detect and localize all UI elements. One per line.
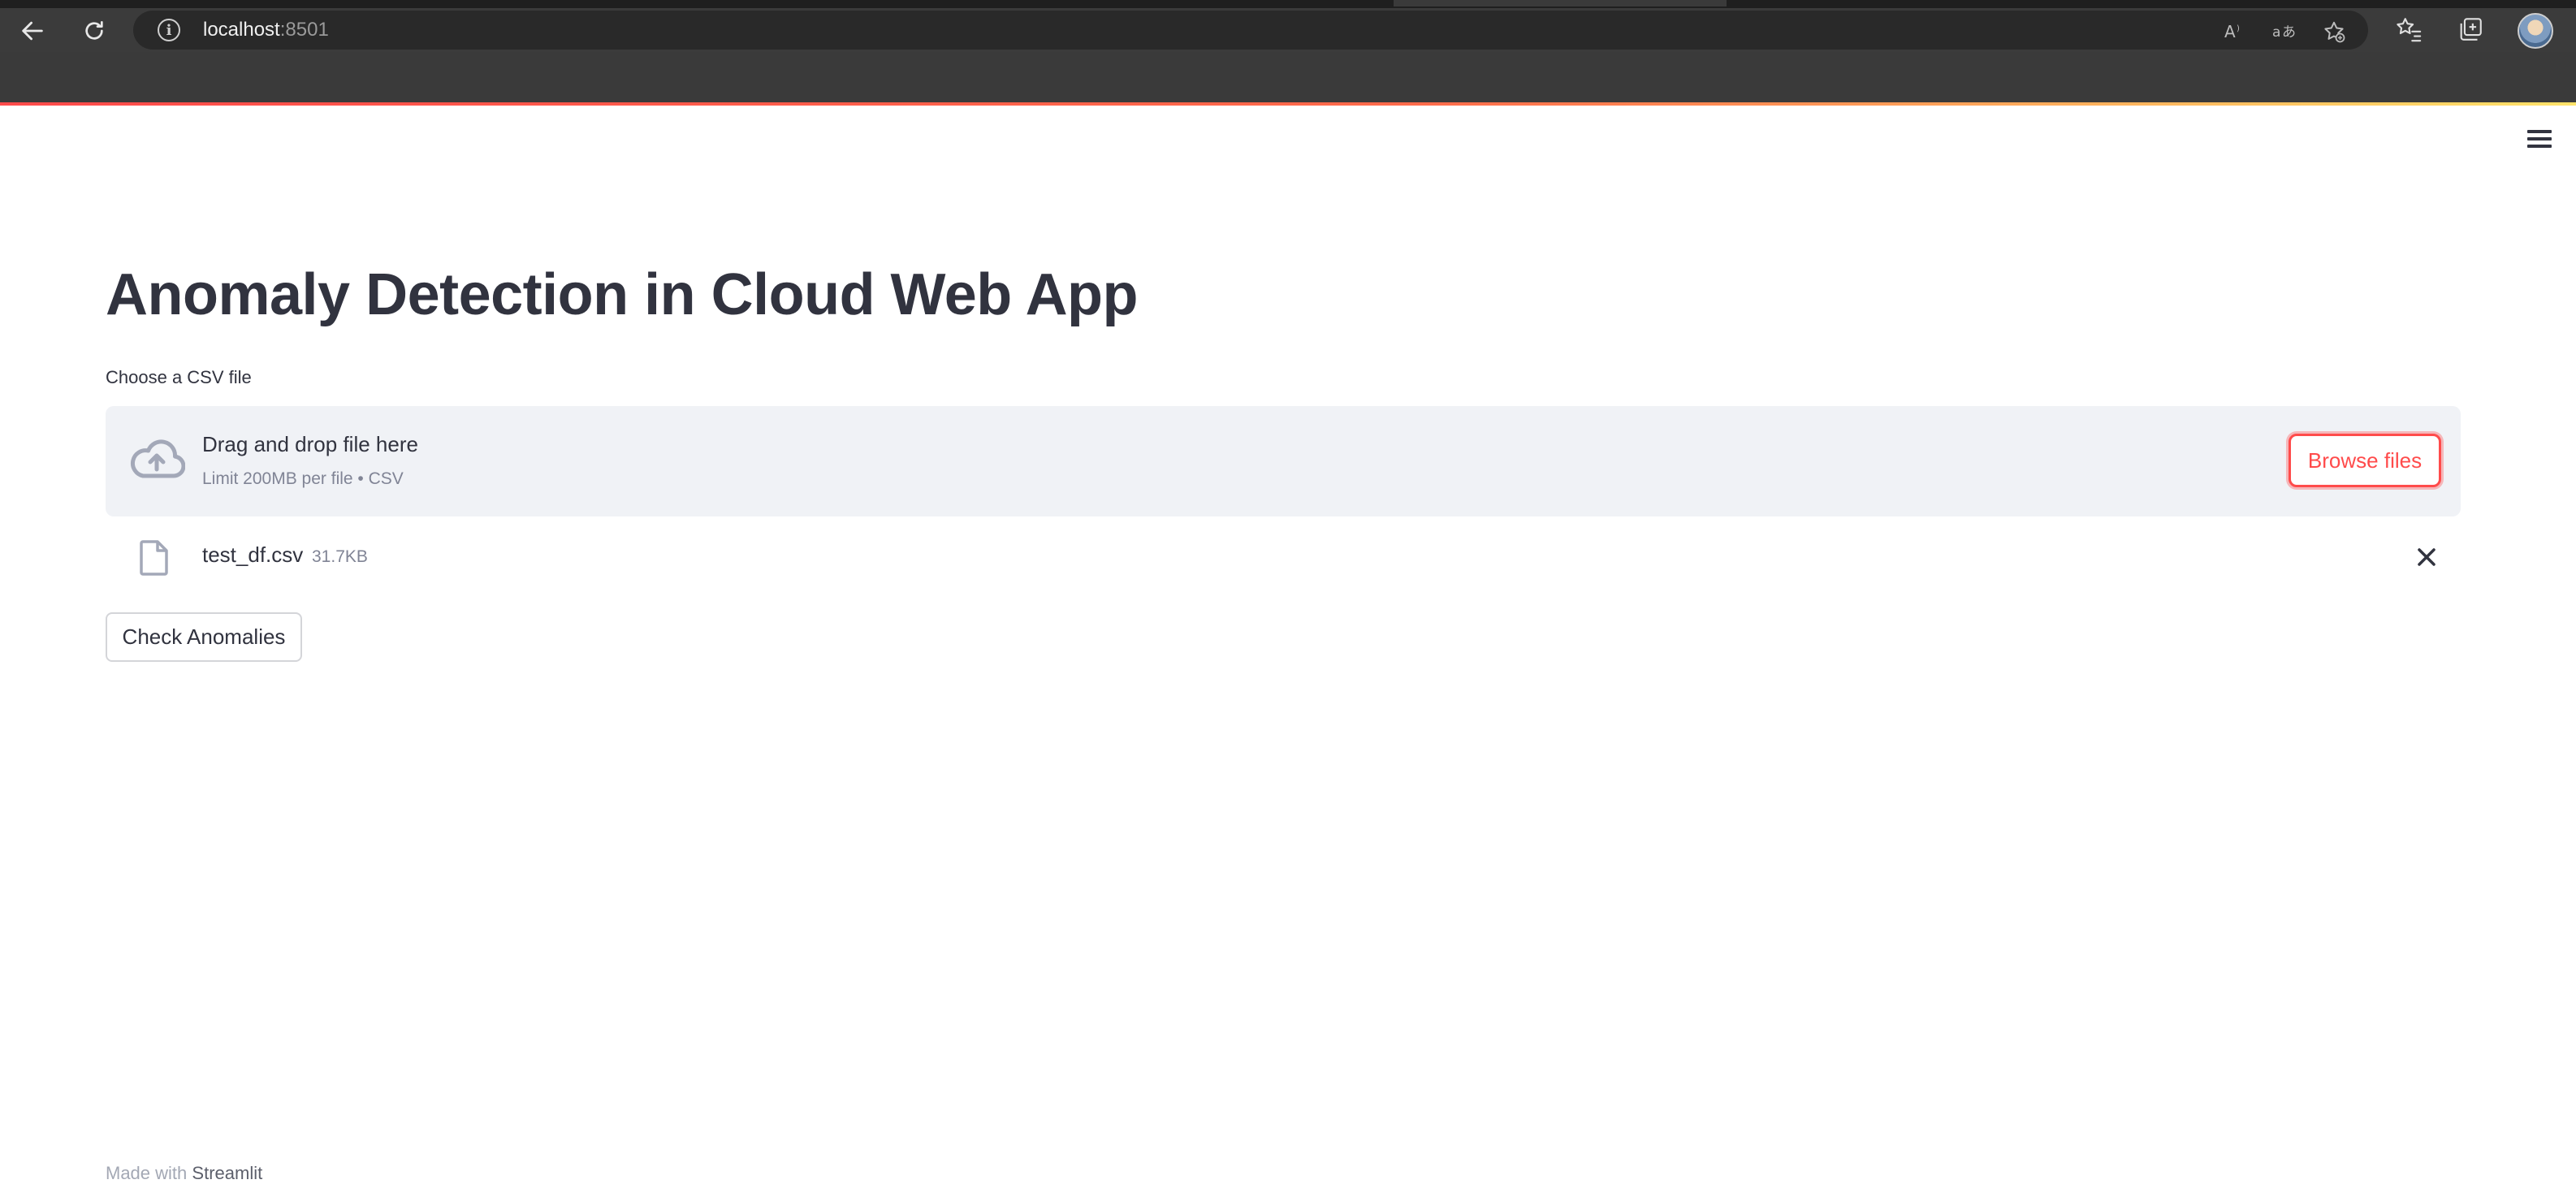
footer-prefix: Made with xyxy=(106,1163,188,1183)
url-host: localhost xyxy=(203,19,280,41)
favorites-icon[interactable] xyxy=(2392,13,2425,45)
cloud-upload-icon xyxy=(128,437,186,482)
footer: Made with Streamlit xyxy=(106,1163,262,1184)
browser-toolbar: i localhost:8501 A) aあ xyxy=(0,8,2576,52)
hamburger-menu-icon[interactable] xyxy=(2526,127,2553,151)
page-title: Anomaly Detection in Cloud Web App xyxy=(106,262,1139,327)
check-anomalies-button[interactable]: Check Anomalies xyxy=(106,612,302,662)
url-text[interactable]: localhost:8501 xyxy=(203,19,329,41)
uploader-label: Choose a CSV file xyxy=(106,367,252,387)
tab-indicator[interactable] xyxy=(1394,0,1727,6)
site-info-icon[interactable]: i xyxy=(158,19,180,41)
add-favorite-icon[interactable] xyxy=(2321,19,2347,45)
browser-chrome: i localhost:8501 A) aあ xyxy=(0,0,2576,102)
profile-avatar[interactable] xyxy=(2518,13,2553,49)
url-port: :8501 xyxy=(279,19,329,41)
address-bar[interactable]: i localhost:8501 A) aあ xyxy=(133,11,2368,50)
read-aloud-icon[interactable]: A) xyxy=(2222,19,2248,45)
collections-icon[interactable] xyxy=(2454,13,2487,45)
dropzone-limit-text: Limit 200MB per file • CSV xyxy=(202,469,404,488)
app-header-decoration xyxy=(0,102,2576,106)
dropzone-instruction: Drag and drop file here xyxy=(202,432,418,456)
toolbar-band xyxy=(0,52,2576,102)
reload-icon[interactable] xyxy=(75,11,114,50)
uploaded-file-size: 31.7KB xyxy=(312,547,368,566)
file-icon xyxy=(138,539,171,577)
uploaded-file-row: test_df.csv 31.7KB xyxy=(106,536,2461,578)
svg-text:あ: あ xyxy=(2282,24,2296,41)
streamlit-link[interactable]: Streamlit xyxy=(192,1163,262,1183)
file-dropzone[interactable]: Drag and drop file here Limit 200MB per … xyxy=(106,406,2461,516)
browse-files-button[interactable]: Browse files xyxy=(2289,434,2441,487)
svg-text:a: a xyxy=(2272,24,2280,41)
tab-strip xyxy=(0,0,2576,8)
translate-icon[interactable]: aあ xyxy=(2271,19,2297,45)
svg-text:A: A xyxy=(2224,22,2236,41)
close-icon[interactable] xyxy=(2410,541,2443,573)
uploaded-file-name: test_df.csv xyxy=(202,542,304,567)
back-arrow-icon[interactable] xyxy=(13,11,52,50)
svg-text:): ) xyxy=(2237,24,2240,33)
